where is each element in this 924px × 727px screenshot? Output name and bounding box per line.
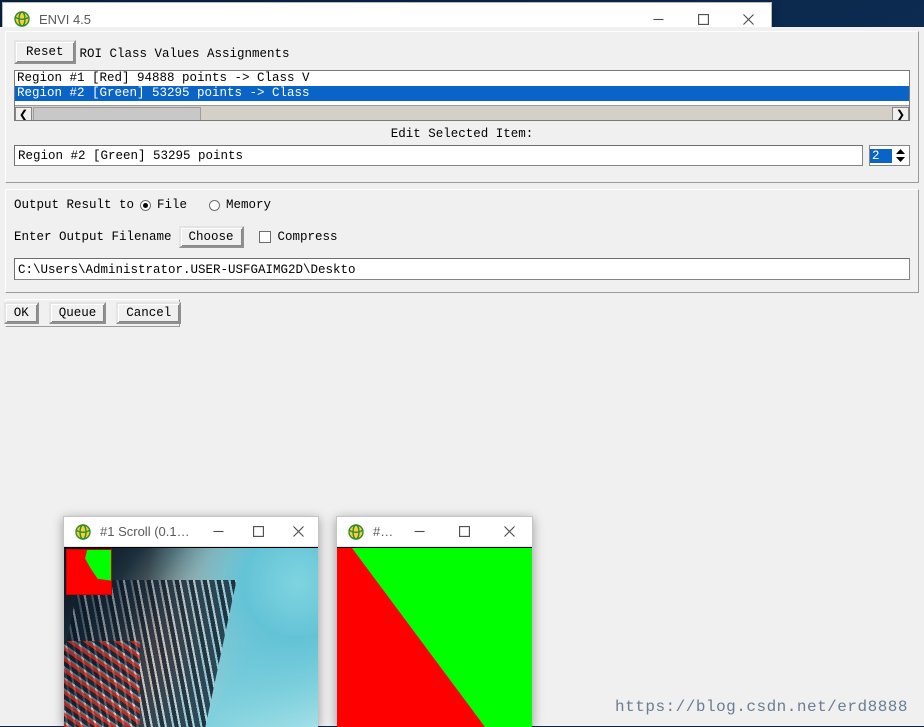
minimize-icon[interactable] bbox=[397, 515, 442, 549]
envi-main-title: ENVI 4.5 bbox=[39, 11, 92, 27]
chevron-left-icon[interactable]: ❮ bbox=[15, 106, 32, 120]
ok-button[interactable]: OK bbox=[3, 302, 39, 324]
chevron-right-icon[interactable]: ❯ bbox=[892, 106, 909, 120]
filename-label: Enter Output Filename bbox=[14, 230, 172, 244]
class-value-stepper[interactable]: 2 bbox=[869, 145, 910, 166]
roi-class-values-label: ROI Class Values Assignments bbox=[79, 47, 290, 61]
reset-button[interactable]: Reset bbox=[14, 40, 76, 64]
roi-class-header: Reset ROI Class Values Assignments bbox=[14, 40, 910, 64]
maximize-icon[interactable] bbox=[442, 515, 487, 549]
output-file-label: File bbox=[157, 198, 188, 212]
cancel-button[interactable]: Cancel bbox=[116, 302, 182, 324]
output-memory-label: Memory bbox=[226, 198, 272, 212]
close-icon[interactable] bbox=[487, 515, 532, 549]
choose-button[interactable]: Choose bbox=[178, 226, 244, 248]
dialog-action-buttons: OK Queue Cancel bbox=[3, 299, 182, 327]
edit-selected-item-label: Edit Selected Item: bbox=[390, 127, 534, 141]
scroll-window[interactable]: #1 Scroll (0.1… bbox=[63, 516, 319, 727]
envi-icon bbox=[347, 523, 365, 541]
zoom-window-titlebar[interactable]: #1 … bbox=[337, 517, 532, 547]
output-options-panel: Output Result to File Memory Enter Outpu… bbox=[5, 189, 919, 293]
scroll-roi-thumbnail[interactable] bbox=[66, 549, 112, 595]
scroll-window-canvas[interactable] bbox=[64, 548, 318, 727]
roi-class-listbox[interactable]: Region #1 [Red] 94888 points -> Class V … bbox=[14, 70, 910, 121]
edit-selected-item-field[interactable]: Region #2 [Green] 53295 points bbox=[14, 145, 863, 166]
satellite-urban-overlay bbox=[64, 641, 141, 727]
minimize-icon[interactable] bbox=[198, 515, 238, 549]
watermark-url: https://blog.csdn.net/erd8888 bbox=[615, 698, 908, 716]
radio-output-memory[interactable] bbox=[209, 199, 221, 211]
radio-output-file[interactable] bbox=[140, 199, 152, 211]
output-filename-input[interactable]: C:\Users\Administrator.USER-USFGAIMG2D\D… bbox=[14, 258, 910, 280]
listbox-horizontal-scrollbar[interactable]: ❮ ❯ bbox=[15, 105, 909, 120]
classification-image-from-rois-dialog[interactable]: Classification Image from ROIs Paramete…… bbox=[0, 0, 924, 726]
maximize-icon[interactable] bbox=[238, 515, 278, 549]
envi-icon bbox=[74, 523, 92, 541]
compress-label: Compress bbox=[277, 230, 338, 244]
queue-button[interactable]: Queue bbox=[48, 302, 107, 324]
output-result-label: Output Result to bbox=[14, 198, 135, 212]
hscroll-thumb[interactable] bbox=[33, 106, 201, 120]
zoom-classification-overlay bbox=[337, 548, 532, 727]
zoom-window-canvas[interactable] bbox=[337, 548, 532, 727]
close-icon[interactable] bbox=[278, 515, 318, 549]
list-item[interactable]: Region #1 [Red] 94888 points -> Class V bbox=[15, 71, 909, 86]
filename-row: Enter Output Filename Choose Compress bbox=[14, 226, 910, 248]
edit-selected-item-row: Region #2 [Green] 53295 points 2 bbox=[14, 145, 910, 166]
roi-class-values-panel: Reset ROI Class Values Assignments Regio… bbox=[5, 31, 919, 183]
scroll-window-title: #1 Scroll (0.1… bbox=[100, 524, 190, 539]
scroll-window-titlebar[interactable]: #1 Scroll (0.1… bbox=[64, 517, 318, 547]
output-result-row: Output Result to File Memory bbox=[14, 198, 910, 212]
list-item[interactable]: Region #2 [Green] 53295 points -> Class bbox=[15, 86, 909, 101]
zoom-window[interactable]: #1 … bbox=[336, 516, 533, 727]
spinner-updown-icon[interactable] bbox=[892, 147, 909, 164]
class-value-input[interactable]: 2 bbox=[870, 148, 892, 163]
zoom-window-title: #1 … bbox=[373, 524, 397, 539]
compress-checkbox[interactable] bbox=[258, 231, 271, 243]
envi-icon bbox=[13, 10, 31, 28]
